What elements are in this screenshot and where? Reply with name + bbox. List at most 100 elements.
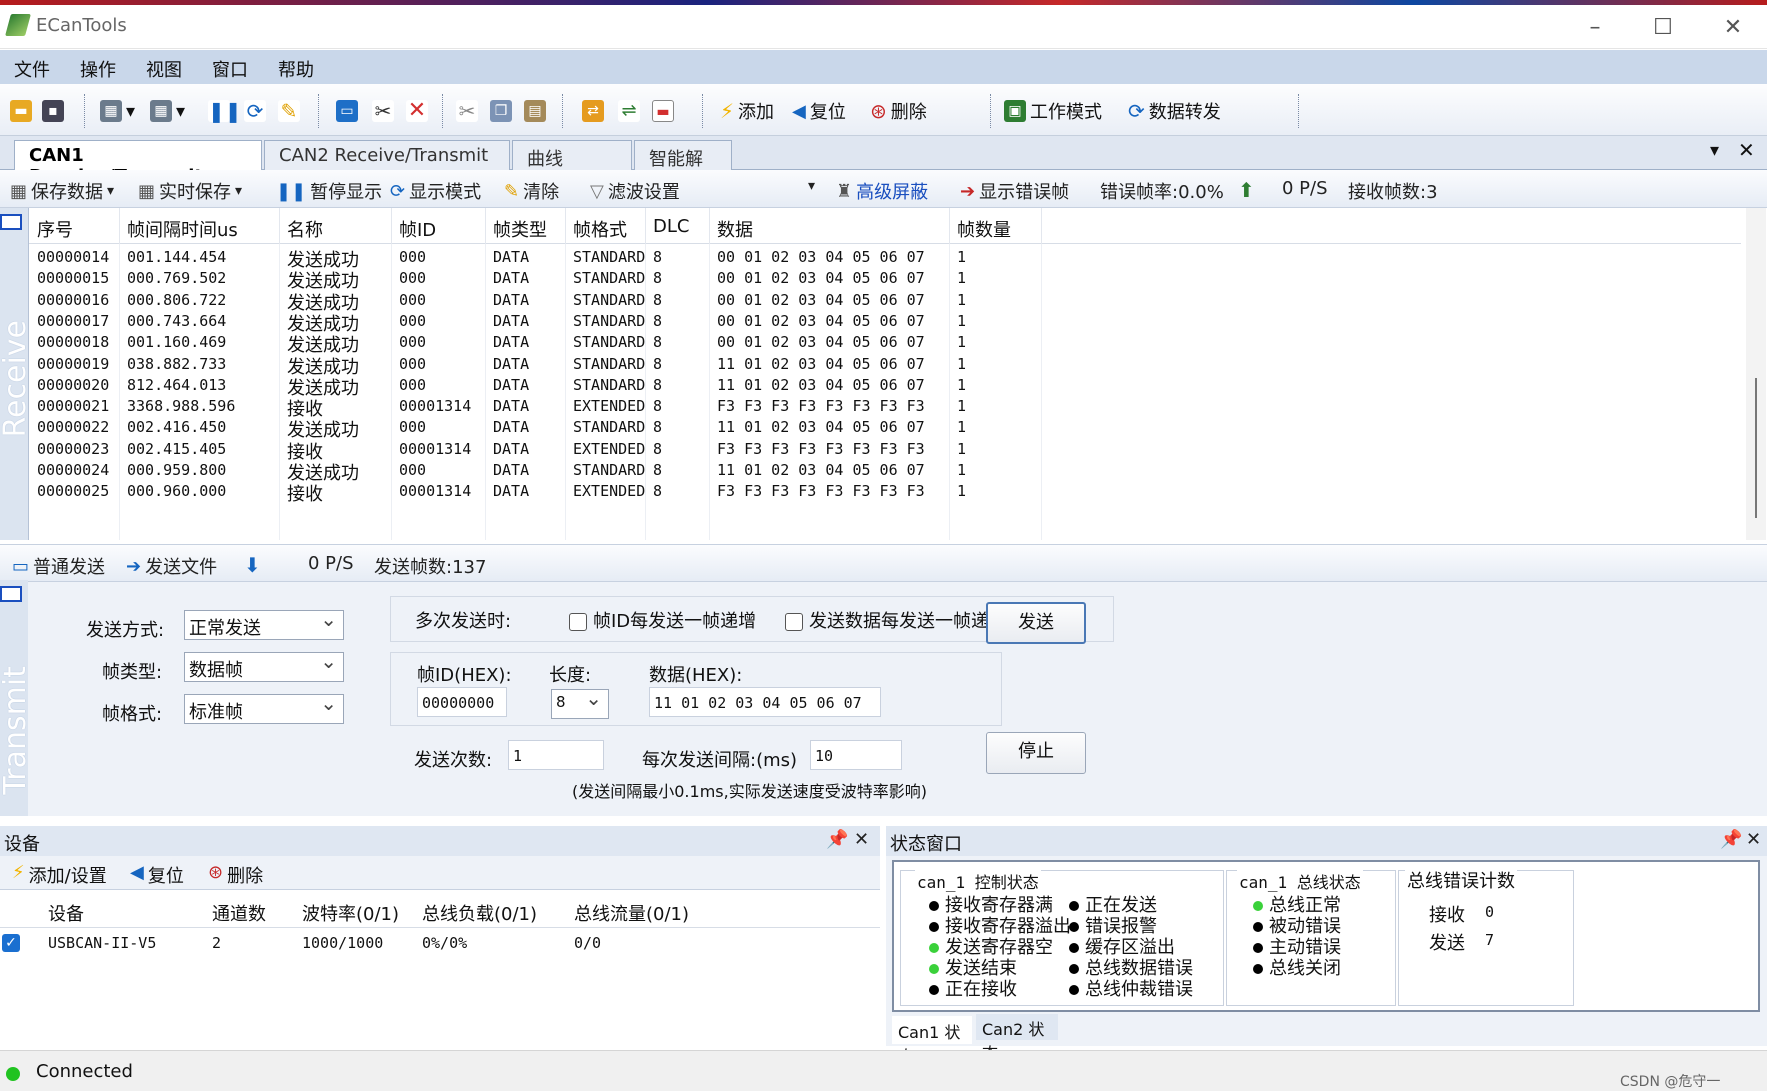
device-pane-close-icon[interactable]: ✕ [854, 829, 869, 850]
device-add-button[interactable]: ⚡ 添加/设置 [12, 862, 107, 888]
table-cell: 1 [957, 439, 967, 458]
advanced-mask-button[interactable]: ♜ 高级屏蔽 [836, 178, 928, 204]
menu-file[interactable]: 文件 [14, 56, 50, 82]
device-config-icon[interactable]: ▦ ▾ [150, 98, 185, 124]
monitor-icon[interactable]: ▭ [336, 98, 358, 124]
workmode-button[interactable]: ▣ 工作模式 [1004, 98, 1102, 124]
recv-error-value: 0 [1485, 903, 1495, 921]
minimize-icon[interactable]: – [1580, 13, 1610, 43]
receive-sidebar[interactable]: Receive [0, 208, 33, 540]
column-header[interactable]: 帧类型 [493, 216, 547, 242]
delete-button[interactable]: ⊛ 删除 [870, 98, 927, 124]
save-data-button[interactable]: ▦ 保存数据 ▾ [10, 178, 114, 204]
pause-icon[interactable]: ❚❚ [208, 98, 242, 124]
tab-decode[interactable]: 智能解码 [634, 140, 732, 196]
send-interval-input[interactable]: 10 [810, 740, 902, 770]
table-cell: 00000019 [37, 354, 110, 373]
cancel-icon[interactable]: ✕ [406, 98, 428, 124]
menu-operate[interactable]: 操作 [80, 56, 116, 82]
table-cell: 3368.988.596 [127, 397, 236, 416]
filter-dropdown-icon[interactable]: ▾ [808, 178, 815, 194]
normal-send-button[interactable]: ▭ 普通发送 [12, 553, 105, 579]
device-row[interactable]: ✓ USBCAN-II-V5 2 1000/1000 0%/0% 0/0 [0, 930, 880, 958]
device-reset-button[interactable]: ◀ 复位 [130, 862, 184, 888]
transmit-panel-icon [0, 586, 22, 602]
menu-help[interactable]: 帮助 [278, 56, 314, 82]
column-header[interactable]: 帧数量 [957, 216, 1011, 242]
tab-menu-icon[interactable]: ▾ [1710, 140, 1719, 161]
column-header[interactable]: 帧格式 [573, 216, 627, 242]
send-file-button[interactable]: ➔ 发送文件 [126, 553, 217, 579]
filter-settings-button[interactable]: ▽ 滤波设置 [590, 178, 680, 204]
send-panel: 发送方式: 正常发送 帧类型: 数据帧 帧格式: 标准帧 多次发送时: 帧ID每… [28, 582, 1767, 816]
menu-view[interactable]: 视图 [146, 56, 182, 82]
stop-button[interactable]: 停止 [986, 732, 1086, 774]
table-cell: 8 [653, 461, 663, 479]
data-hex-input[interactable]: 11 01 02 03 04 05 06 07 [649, 687, 881, 717]
column-header[interactable]: 序号 [37, 216, 73, 242]
display-mode-button[interactable]: ⟳ 显示模式 [390, 178, 481, 204]
save-data-icon: ▦ [10, 180, 28, 202]
column-header[interactable]: 名称 [287, 216, 323, 242]
length-select[interactable]: 8 [551, 686, 609, 719]
open-folder-icon[interactable]: ▬ [10, 98, 32, 124]
tab-can2[interactable]: CAN2 Receive/Transmit [264, 140, 510, 170]
tools-icon[interactable]: ✂ [372, 98, 394, 124]
window-icon[interactable]: ▬ [652, 98, 674, 124]
increment-id-checkbox[interactable]: 帧ID每发送一帧递增 [569, 607, 756, 633]
frame-id-input[interactable]: 00000000 [417, 687, 507, 717]
scrollbar-thumb[interactable] [1755, 378, 1757, 518]
cut-icon[interactable]: ✂ [456, 98, 478, 124]
close-icon[interactable]: ✕ [1718, 13, 1748, 43]
column-header[interactable]: 帧ID [399, 216, 436, 242]
column-header[interactable]: 数据 [717, 216, 753, 242]
link-icon[interactable]: ⇌ [618, 98, 640, 124]
pin-icon[interactable]: 📌 [1720, 829, 1742, 850]
brush-icon[interactable]: ✎ [278, 98, 300, 124]
tab-curve[interactable]: 曲线Curver [512, 140, 632, 192]
connect-icon[interactable]: ⇄ [582, 98, 604, 124]
status-tab-can2[interactable]: Can2 状态 [976, 1014, 1058, 1063]
grid-header: 序号 帧间隔时间us 名称 帧ID 帧类型 帧格式 DLC 数据 帧数量 [29, 208, 1741, 244]
menu-window[interactable]: 窗口 [212, 56, 248, 82]
frame-format-select[interactable]: 标准帧 [184, 691, 344, 724]
increment-data-checkbox[interactable]: 发送数据每发送一帧递增 [785, 607, 1007, 633]
table-row[interactable]: 00000025 000.960.000 接收 00001314 DATA EXTENDE… [29, 480, 1741, 505]
device-delete-button[interactable]: ⊛ 删除 [208, 862, 263, 888]
refresh-icon[interactable]: ⟳ [244, 98, 266, 124]
device-open-icon[interactable]: ▦ ▾ [100, 98, 135, 124]
clear-button[interactable]: ✎ 清除 [504, 178, 559, 204]
column-header[interactable]: DLC [653, 216, 689, 237]
frame-type-select[interactable]: 数据帧 [184, 649, 344, 682]
forward-button[interactable]: ⟳ 数据转发 [1128, 98, 1221, 124]
maximize-icon[interactable]: ☐ [1648, 13, 1678, 43]
pause-display-button[interactable]: ❚❚ 暂停显示 [276, 178, 382, 204]
send-count-input[interactable]: 1 [508, 740, 604, 770]
device-checkbox[interactable]: ✓ [2, 934, 20, 952]
send-button[interactable]: 发送 [986, 602, 1086, 644]
add-button[interactable]: ⚡ 添加 [720, 98, 774, 124]
show-error-frame-button[interactable]: ➔ 显示错误帧 [960, 178, 1069, 204]
pin-icon[interactable]: 📌 [826, 829, 848, 850]
send-toolbar: ▭ 普通发送 ➔ 发送文件 ⬇ 0 P/S 发送帧数:137 [0, 544, 1767, 582]
table-cell: 00000024 [37, 461, 110, 479]
status-dot-icon [929, 985, 939, 995]
realtime-save-button[interactable]: ▦ 实时保存 ▾ [138, 178, 242, 204]
send-mode-select[interactable]: 正常发送 [184, 607, 344, 640]
reset-button[interactable]: ◀ 复位 [792, 98, 846, 124]
pause-display-icon: ❚❚ [276, 180, 307, 202]
grid-scrollbar[interactable] [1746, 208, 1766, 540]
paste-icon[interactable]: ▤ [524, 98, 546, 124]
table-cell: 8 [653, 290, 663, 309]
device-channels: 2 [212, 934, 222, 952]
status-tab-can1[interactable]: Can1 状态 [892, 1016, 972, 1066]
tab-close-icon[interactable]: ✕ [1738, 138, 1755, 162]
copy-icon[interactable]: ❐ [490, 98, 512, 124]
table-cell: 000 [399, 333, 427, 352]
tab-can1[interactable]: CAN1 Receive/Transmit [14, 140, 262, 187]
transmit-sidebar[interactable]: Transmit [0, 580, 33, 816]
save-icon[interactable]: ▪ [42, 98, 64, 124]
column-header[interactable]: 帧间隔时间us [127, 216, 238, 242]
title-bar: ECanTools – ☐ ✕ [0, 5, 1767, 49]
status-pane-close-icon[interactable]: ✕ [1746, 829, 1761, 850]
